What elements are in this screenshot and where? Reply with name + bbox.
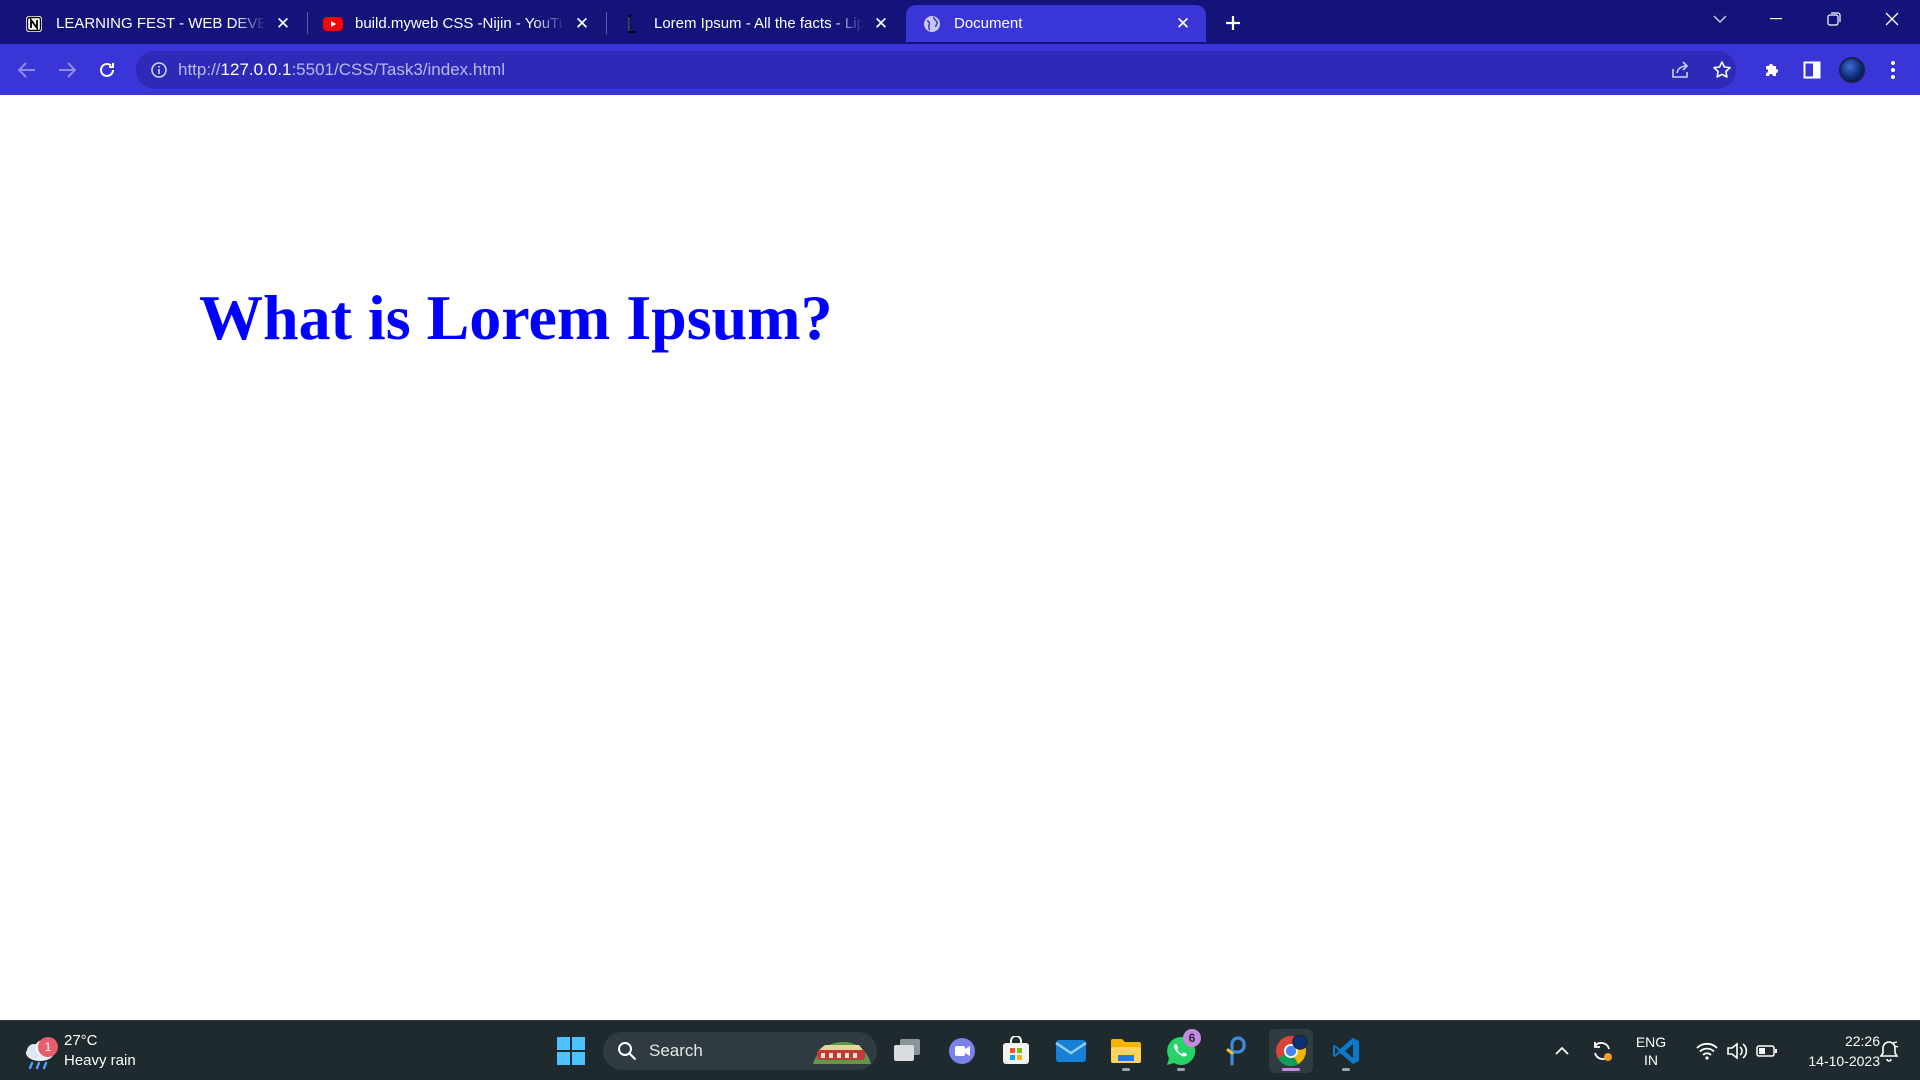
wifi-icon xyxy=(1696,1042,1718,1060)
tab-close-icon[interactable]: ✕ xyxy=(272,13,294,35)
mail-button[interactable] xyxy=(1049,1029,1093,1073)
reload-button[interactable] xyxy=(90,53,124,87)
url-text: http://127.0.0.1:5501/CSS/Task3/index.ht… xyxy=(178,60,505,80)
restore-button[interactable] xyxy=(1810,0,1858,38)
weather-text: 27°C Heavy rain xyxy=(64,1031,136,1071)
weather-alert-badge: 1 xyxy=(38,1037,58,1057)
running-indicator xyxy=(1177,1068,1185,1071)
notifications-bell-icon[interactable] xyxy=(1874,1035,1904,1067)
search-label: Search xyxy=(649,1041,703,1060)
system-clock[interactable]: 22:26 14-10-2023 xyxy=(1780,1030,1880,1072)
search-highlight-art-icon xyxy=(813,1042,871,1064)
sync-status-icon[interactable] xyxy=(1586,1035,1618,1067)
whatsapp-unread-badge: 6 xyxy=(1183,1029,1201,1047)
whatsapp-button[interactable]: 6 xyxy=(1159,1029,1203,1073)
task-view-icon xyxy=(894,1039,920,1061)
pycharm-icon xyxy=(1226,1036,1246,1066)
address-bar[interactable]: http://127.0.0.1:5501/CSS/Task3/index.ht… xyxy=(136,51,1736,89)
url-scheme: http:// xyxy=(178,60,221,79)
tab-title: Lorem Ipsum - All the facts - Lipsum xyxy=(654,15,864,32)
page-viewport: What is Lorem Ipsum? xyxy=(0,95,1920,1020)
tab-close-icon[interactable]: ✕ xyxy=(571,13,593,35)
browser-toolbar: http://127.0.0.1:5501/CSS/Task3/index.ht… xyxy=(0,44,1920,95)
teams-chat-button[interactable] xyxy=(940,1029,984,1073)
search-icon xyxy=(618,1042,637,1061)
page-heading: What is Lorem Ipsum? xyxy=(199,282,833,353)
vscode-icon xyxy=(1333,1038,1359,1064)
url-path: :5501/CSS/Task3/index.html xyxy=(291,60,505,79)
pycharm-button[interactable] xyxy=(1214,1029,1258,1073)
new-tab-button[interactable] xyxy=(1218,8,1248,38)
site-info-icon[interactable] xyxy=(148,59,170,81)
battery-icon xyxy=(1756,1045,1777,1057)
teams-chat-icon xyxy=(949,1038,975,1064)
tab-close-icon[interactable]: ✕ xyxy=(1172,13,1194,35)
start-button[interactable] xyxy=(549,1029,593,1073)
url-host: 127.0.0.1 xyxy=(220,60,292,79)
tab-youtube[interactable]: build.myweb CSS -Nijin - YouTube ✕ xyxy=(307,5,605,42)
notion-icon xyxy=(24,14,44,34)
tab-strip: LEARNING FEST - WEB DEVELOPMENT ✕ build.… xyxy=(0,0,1920,44)
clock-date: 14-10-2023 xyxy=(1808,1053,1880,1069)
lang-code: ENG xyxy=(1635,1034,1667,1050)
quick-settings[interactable] xyxy=(1682,1035,1792,1067)
windows-logo-icon xyxy=(557,1037,585,1065)
profile-avatar[interactable] xyxy=(1835,53,1869,87)
folder-icon xyxy=(1111,1039,1141,1063)
weather-widget[interactable]: 1 27°C Heavy rain xyxy=(20,1029,170,1073)
running-indicator xyxy=(1342,1068,1350,1071)
vscode-button[interactable] xyxy=(1324,1029,1368,1073)
tab-close-icon[interactable]: ✕ xyxy=(870,13,892,35)
tab-title: LEARNING FEST - WEB DEVELOPMENT xyxy=(56,15,266,32)
mail-icon xyxy=(1055,1040,1087,1062)
weather-condition: Heavy rain xyxy=(64,1052,136,1069)
minimize-button[interactable] xyxy=(1752,0,1800,38)
close-window-button[interactable] xyxy=(1868,0,1916,38)
extensions-puzzle-icon[interactable] xyxy=(1755,53,1789,87)
chrome-icon xyxy=(1276,1034,1308,1066)
taskbar: 1 27°C Heavy rain Search 6 ENG IN 22:26 … xyxy=(0,1020,1920,1080)
show-hidden-icons-chevron-icon[interactable] xyxy=(1546,1035,1578,1067)
bookmark-star-icon[interactable] xyxy=(1705,53,1739,87)
menu-kebab-icon[interactable] xyxy=(1876,53,1910,87)
store-icon xyxy=(1003,1036,1029,1064)
forward-button[interactable] xyxy=(50,53,84,87)
globe-icon xyxy=(922,14,942,34)
youtube-icon xyxy=(323,14,343,34)
weather-temp: 27°C xyxy=(64,1032,98,1049)
taskbar-search[interactable]: Search xyxy=(603,1032,877,1070)
tab-title: build.myweb CSS -Nijin - YouTube xyxy=(355,15,565,32)
lipsum-icon xyxy=(622,14,642,34)
task-view-button[interactable] xyxy=(885,1029,929,1073)
tab-search-chevron-icon[interactable] xyxy=(1696,0,1744,38)
share-icon[interactable] xyxy=(1664,53,1698,87)
microsoft-store-button[interactable] xyxy=(994,1029,1038,1073)
back-button[interactable] xyxy=(10,53,44,87)
rain-cloud-icon: 1 xyxy=(20,1031,60,1071)
chrome-button[interactable] xyxy=(1269,1029,1313,1073)
lang-region: IN xyxy=(1644,1052,1658,1068)
input-language-indicator[interactable]: ENG IN xyxy=(1628,1031,1674,1071)
tab-title: Document xyxy=(954,15,1023,32)
tab-document[interactable]: Document ✕ xyxy=(906,5,1206,42)
avatar xyxy=(1839,57,1865,83)
side-panel-icon[interactable] xyxy=(1795,53,1829,87)
volume-icon xyxy=(1727,1042,1748,1060)
running-indicator xyxy=(1122,1068,1130,1071)
tab-lorem-ipsum[interactable]: Lorem Ipsum - All the facts - Lipsum ✕ xyxy=(606,5,904,42)
file-explorer-button[interactable] xyxy=(1104,1029,1148,1073)
tab-learning-fest[interactable]: LEARNING FEST - WEB DEVELOPMENT ✕ xyxy=(8,5,306,42)
active-indicator xyxy=(1282,1068,1300,1071)
